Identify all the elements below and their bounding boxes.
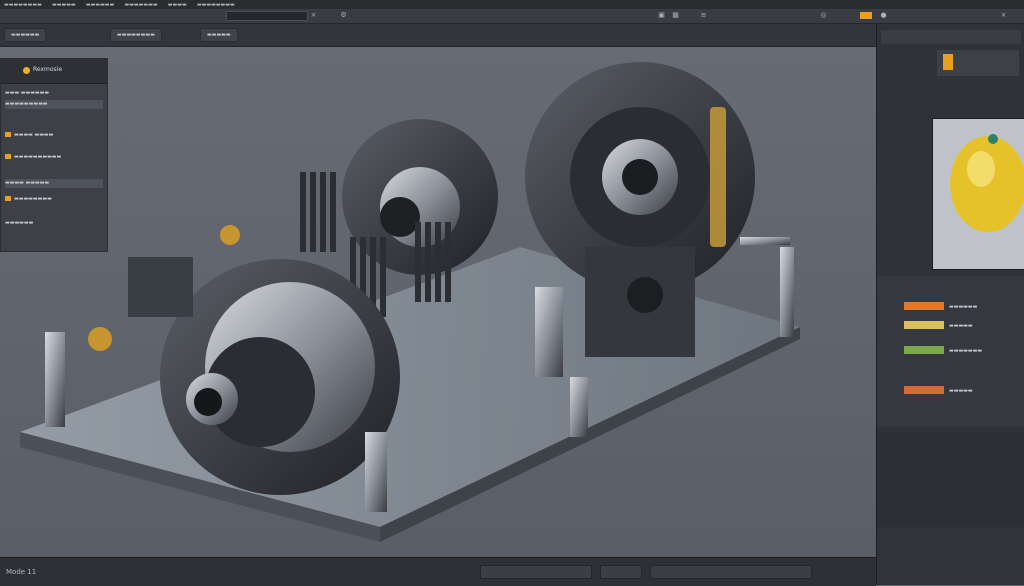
swatch-orange[interactable] [943, 54, 953, 70]
playback-controls[interactable] [480, 565, 592, 579]
panel-toolbar [881, 30, 1021, 44]
settings-icon[interactable]: ⚙ [340, 12, 347, 19]
3d-viewport[interactable] [0, 47, 876, 557]
document-tabs: ▬▬▬▬▬▬ ▬▬▬▬▬▬▬▬ ▬▬▬▬▬ [0, 24, 876, 47]
accent-button[interactable] [860, 12, 872, 19]
panel-row[interactable]: ▬▬▬ ▬▬▬▬▬▬ [5, 89, 103, 98]
tab-3[interactable]: ▬▬▬▬▬ [200, 28, 238, 42]
layer-label: ▬▬▬▬▬▬ [949, 304, 978, 310]
menu-item-1[interactable]: ▬▬▬▬▬▬▬▬ [4, 2, 42, 8]
panel-row[interactable]: ▬▬▬▬▬▬▬▬▬▬ [5, 153, 103, 162]
layer-label: ▬▬▬▬▬ [949, 388, 973, 394]
app-logo-icon [23, 67, 30, 74]
panel-row-label: ▬▬▬ ▬▬▬▬▬▬ [5, 90, 50, 96]
layer-color-4[interactable] [904, 386, 944, 394]
panel-row-label: ▬▬▬▬▬▬▬▬▬▬ [14, 154, 62, 160]
orange-chip-icon [5, 132, 11, 137]
close-icon[interactable]: × [310, 12, 317, 19]
preview-object-icon [933, 119, 1024, 269]
material-preview[interactable] [932, 118, 1024, 270]
layer-color-3[interactable] [904, 346, 944, 354]
frame-field[interactable] [600, 565, 642, 579]
view-icon[interactable]: ▣ [658, 12, 665, 19]
layer-label: ▬▬▬▬▬▬▬ [949, 348, 983, 354]
orange-chip-icon [5, 154, 11, 159]
status-text: Mode 11 [6, 568, 37, 576]
properties-panel: ▬▬▬▬▬▬ ▬▬▬▬▬ ▬▬▬▬▬▬▬ ▬▬▬▬▬ [876, 24, 1024, 585]
menu-item-4[interactable]: ▬▬▬▬▬▬▬ [124, 2, 157, 8]
render-icon[interactable]: ◎ [820, 12, 827, 19]
machine-model [20, 62, 800, 542]
layer-color-2[interactable] [904, 321, 944, 329]
menu-item-6[interactable]: ▬▬▬▬▬▬▬▬ [197, 2, 235, 8]
attribute-editor [877, 432, 1024, 527]
panel-row[interactable]: ▬▬▬▬ ▬▬▬▬ [5, 131, 103, 140]
tab-1[interactable]: ▬▬▬▬▬▬ [4, 28, 47, 42]
panel-row[interactable]: ▬▬▬▬▬▬▬▬▬ [5, 100, 103, 109]
timeline-slider[interactable] [650, 565, 812, 579]
layer-label: ▬▬▬▬▬ [949, 323, 973, 329]
layer-color-1[interactable] [904, 302, 944, 310]
panel-row-label: ▬▬▬▬▬▬▬▬ [14, 196, 52, 202]
panel-row[interactable]: ▬▬▬▬ ▬▬▬▬▬ [5, 179, 103, 188]
orange-chip-icon [5, 196, 11, 201]
timeline-panel [877, 529, 1024, 585]
window-close-icon[interactable]: × [1000, 12, 1007, 19]
layer-list: ▬▬▬▬▬▬ ▬▬▬▬▬ ▬▬▬▬▬▬▬ ▬▬▬▬▬ [877, 276, 1024, 426]
app-name: Rexmosie [33, 66, 63, 73]
grid-icon[interactable]: ▦ [672, 12, 679, 19]
panel-row-label: ▬▬▬▬▬▬ [5, 220, 34, 226]
layer-icon[interactable]: ≡ [700, 12, 707, 19]
search-input[interactable] [226, 11, 308, 21]
tab-2[interactable]: ▬▬▬▬▬▬▬▬ [110, 28, 162, 42]
panel-row[interactable]: ▬▬▬▬▬▬▬▬ [5, 195, 103, 204]
panel-header: Rexmosie [1, 59, 107, 84]
panel-row-label: ▬▬▬▬ ▬▬▬▬ [14, 132, 54, 138]
scene-panel: Rexmosie ▬▬▬ ▬▬▬▬▬▬ ▬▬▬▬▬▬▬▬▬ ▬▬▬▬ ▬▬▬▬ … [0, 58, 108, 252]
menu-item-3[interactable]: ▬▬▬▬▬▬ [86, 2, 114, 8]
menu-item-2[interactable]: ▬▬▬▬▬ [52, 2, 76, 8]
panel-row-label: ▬▬▬▬ ▬▬▬▬▬ [5, 180, 50, 186]
user-icon[interactable]: ● [880, 12, 887, 19]
panel-row[interactable]: ▬▬▬▬▬▬ [5, 219, 103, 228]
status-bar: Mode 11 [0, 557, 876, 586]
panel-row-label: ▬▬▬▬▬▬▬▬▬ [5, 101, 48, 107]
main-toolbar: × ⚙ ▣ ▦ ≡ ◎ ● × [0, 9, 1024, 24]
material-swatches[interactable] [937, 50, 1019, 76]
menu-item-5[interactable]: ▬▬▬▬ [168, 2, 187, 8]
